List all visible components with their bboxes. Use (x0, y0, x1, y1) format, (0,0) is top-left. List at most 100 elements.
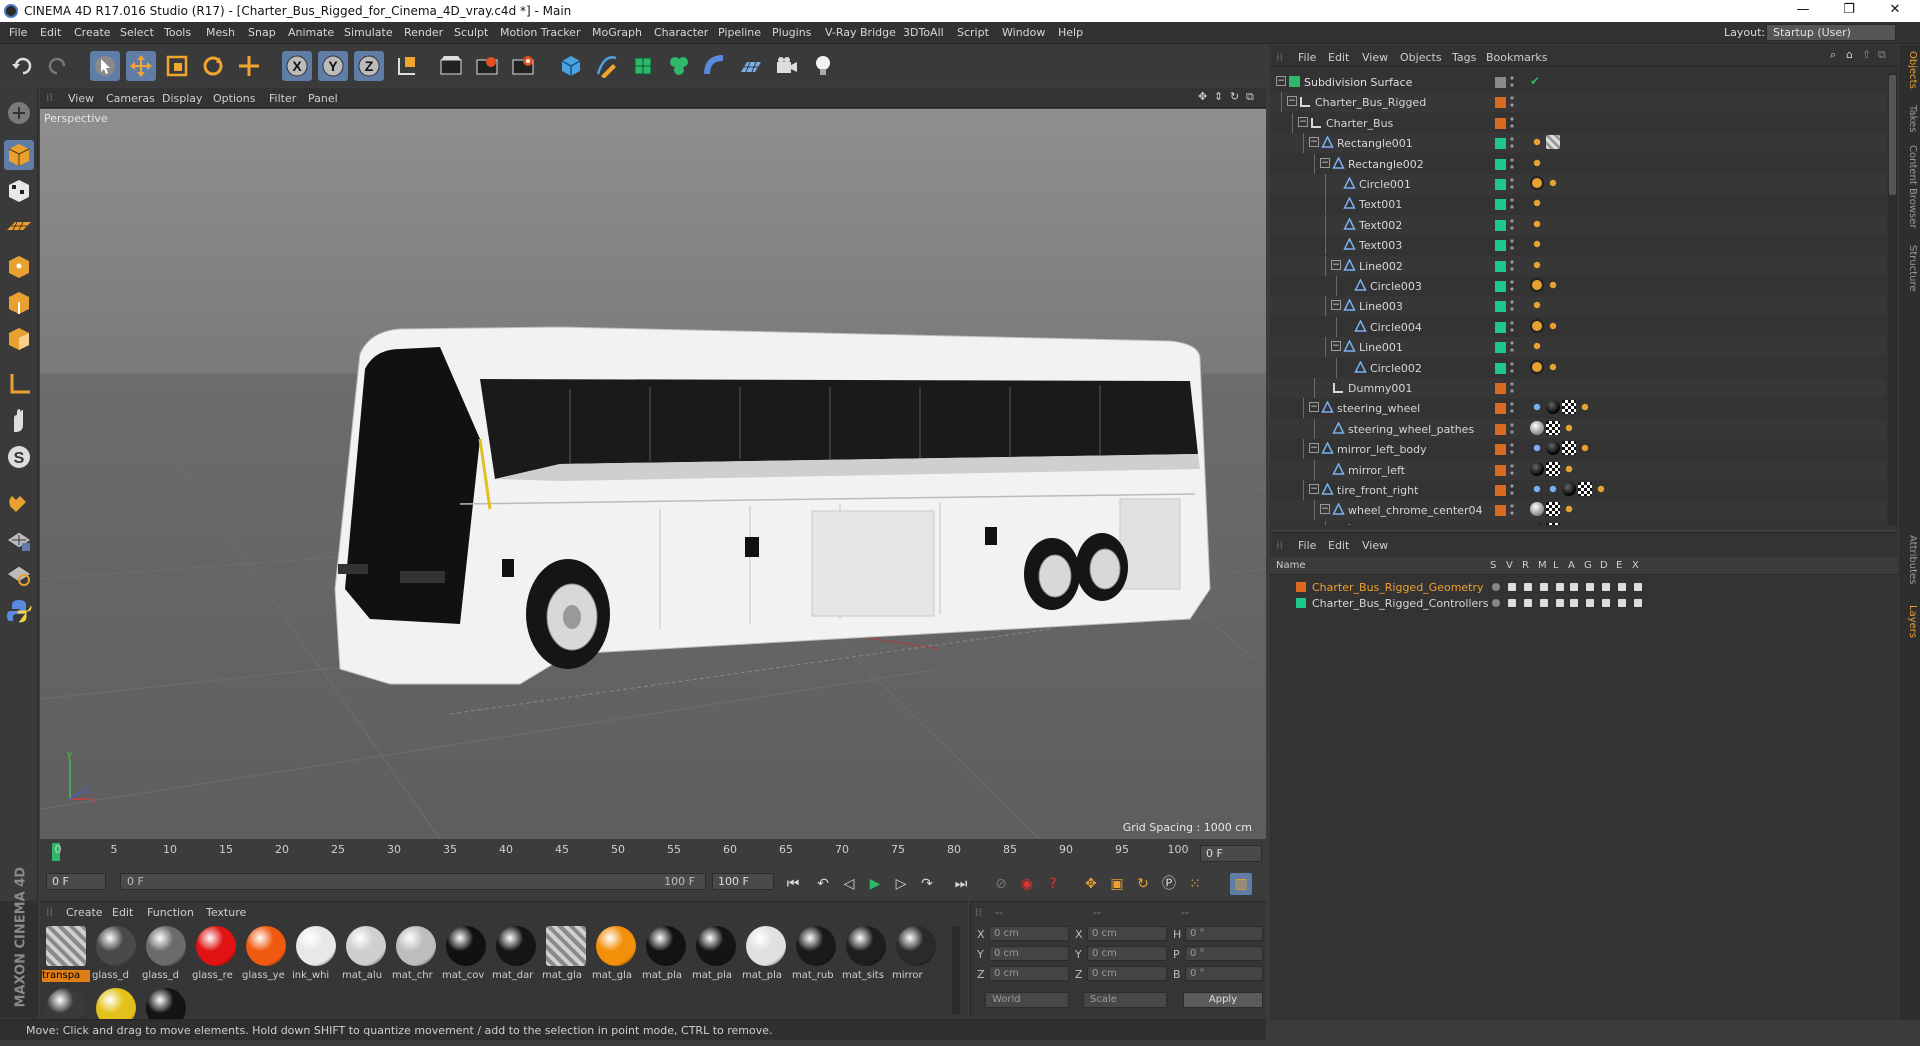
coordinate-system-icon[interactable] (392, 51, 422, 81)
preview-range-slider[interactable]: 0 F 100 F (120, 873, 706, 890)
axis-mode-icon[interactable] (4, 370, 34, 400)
object-row[interactable]: −Rectangle002 (1270, 154, 1886, 174)
selection-tag-icon[interactable] (1546, 278, 1560, 292)
viewport-menu-options[interactable]: Options (213, 92, 255, 105)
object-row[interactable]: −Line001 (1270, 337, 1886, 357)
layer-color-swatch[interactable] (1495, 240, 1506, 251)
tree-expand-toggle[interactable]: − (1331, 260, 1341, 270)
object-row[interactable]: Circle002 (1270, 358, 1886, 378)
points-mode-icon[interactable] (4, 252, 34, 282)
visibility-dots[interactable] (1510, 279, 1514, 293)
rotation-h-field[interactable]: 0 ° (1185, 926, 1263, 941)
pen-spline-icon[interactable] (592, 51, 622, 81)
menu-window[interactable]: Window (1002, 26, 1045, 39)
material-swatch[interactable]: mat_dar (492, 924, 538, 984)
layer-color-swatch[interactable] (1495, 159, 1506, 170)
material-swatch[interactable]: glass_re (192, 924, 238, 984)
cloner-icon[interactable] (664, 51, 694, 81)
object-row[interactable]: no_emptiness004 (1270, 521, 1886, 525)
tree-expand-toggle[interactable]: − (1309, 443, 1319, 453)
object-row[interactable]: Text002 (1270, 215, 1886, 235)
menu-simulate[interactable]: Simulate (344, 26, 393, 39)
layer-generators-toggle[interactable] (1586, 583, 1594, 591)
tree-expand-toggle[interactable]: − (1331, 300, 1341, 310)
material-menu-texture[interactable]: Texture (206, 906, 246, 919)
menu-animate[interactable]: Animate (288, 26, 334, 39)
size-x-field[interactable]: 0 cm (1087, 926, 1167, 941)
material-swatch[interactable]: mat_rub (792, 924, 838, 984)
visibility-dots[interactable] (1510, 442, 1514, 456)
side-tab-layers[interactable]: Layers (1901, 605, 1918, 638)
go-to-end-icon[interactable]: ⏭ (950, 873, 972, 895)
tree-expand-toggle[interactable]: − (1309, 137, 1319, 147)
timeline-ticks[interactable]: 0510152025303540455055606570758085909510… (50, 841, 1190, 867)
object-name[interactable]: Circle001 (1359, 178, 1411, 191)
menu-help[interactable]: Help (1058, 26, 1083, 39)
side-tab-content-browser[interactable]: Content Browser (1901, 145, 1918, 228)
object-row[interactable]: −wheel_chrome_center04 (1270, 500, 1886, 520)
material-swatch[interactable]: mat_sits (842, 924, 888, 984)
object-name[interactable]: Charter_Bus_Rigged (1315, 96, 1426, 109)
object-name[interactable]: Line002 (1359, 260, 1403, 273)
edit-render-settings-icon[interactable] (508, 51, 538, 81)
viewport-menu-display[interactable]: Display (162, 92, 203, 105)
selection-tag-icon[interactable] (1594, 482, 1608, 496)
play-forward-icon[interactable]: ▶ (864, 873, 886, 895)
keyframe-selection-icon[interactable]: ⊘ (990, 873, 1012, 895)
size-z-field[interactable]: 0 cm (1087, 966, 1167, 981)
object-menu-objects[interactable]: Objects (1400, 51, 1442, 64)
object-name[interactable]: Charter_Bus (1326, 117, 1393, 130)
layer-color-swatch[interactable] (1296, 582, 1306, 592)
layer-color-swatch[interactable] (1495, 77, 1506, 88)
object-name[interactable]: Dummy001 (1348, 382, 1412, 395)
x-axis-icon[interactable]: X (282, 51, 312, 81)
object-row[interactable]: Dummy001 (1270, 378, 1886, 398)
layer-color-swatch[interactable] (1495, 281, 1506, 292)
select-cursor-icon[interactable] (90, 51, 120, 81)
selection-tag-icon[interactable] (1546, 360, 1560, 374)
close-button[interactable]: ✕ (1872, 0, 1918, 22)
menu-plugins[interactable]: Plugins (772, 26, 811, 39)
camera-icon[interactable] (772, 51, 802, 81)
material-tag-icon[interactable] (1530, 523, 1544, 525)
selection-tag-icon[interactable] (1530, 237, 1544, 251)
phong-tag-icon[interactable] (1530, 400, 1544, 414)
viewport-menu-filter[interactable]: Filter (269, 92, 296, 105)
display-tag-icon[interactable] (1530, 278, 1544, 292)
texture-tag-icon[interactable] (1578, 482, 1592, 496)
object-name[interactable]: Rectangle002 (1348, 158, 1424, 171)
rotation-key-icon[interactable]: ↻ (1132, 873, 1154, 895)
object-name[interactable]: Subdivision Surface (1304, 76, 1412, 89)
texture-mode-icon[interactable] (4, 176, 34, 206)
layer-name[interactable]: Charter_Bus_Rigged_Controllers (1312, 597, 1489, 610)
layer-generators-toggle[interactable] (1586, 599, 1594, 607)
material-swatch[interactable]: glass_d (92, 924, 138, 984)
material-swatch[interactable]: mirror (892, 924, 938, 984)
floor-icon[interactable] (736, 51, 766, 81)
object-name[interactable]: Rectangle001 (1337, 137, 1413, 150)
end-frame-field[interactable]: 100 F (712, 873, 774, 890)
viewport-menu-view[interactable]: View (68, 92, 94, 105)
visibility-dots[interactable] (1510, 238, 1514, 252)
texture-tag-icon[interactable] (1546, 523, 1560, 525)
tree-expand-toggle[interactable]: − (1309, 402, 1319, 412)
object-menu-file[interactable]: File (1298, 51, 1316, 64)
layer-color-swatch[interactable] (1495, 97, 1506, 108)
side-tab-attributes[interactable]: Attributes (1901, 535, 1918, 584)
object-row[interactable]: − Charter_Bus (1270, 113, 1886, 133)
side-tab-objects[interactable]: Objects (1901, 51, 1918, 89)
undo-icon[interactable] (8, 51, 38, 81)
visibility-dots[interactable] (1510, 95, 1514, 109)
layer-color-swatch[interactable] (1495, 179, 1506, 190)
object-name[interactable]: mirror_left (1348, 464, 1405, 477)
layer-color-swatch[interactable] (1495, 505, 1506, 516)
layer-col-a[interactable]: A (1568, 560, 1575, 571)
model-mode-icon[interactable] (4, 140, 34, 170)
layer-col-m[interactable]: M (1538, 560, 1547, 571)
layer-col-r[interactable]: R (1522, 560, 1529, 571)
visibility-dots[interactable] (1510, 524, 1514, 525)
visibility-dots[interactable] (1510, 340, 1514, 354)
object-name[interactable]: Text003 (1359, 239, 1402, 252)
tree-expand-toggle[interactable]: − (1298, 117, 1308, 127)
material-swatch[interactable]: glass_d (142, 924, 188, 984)
